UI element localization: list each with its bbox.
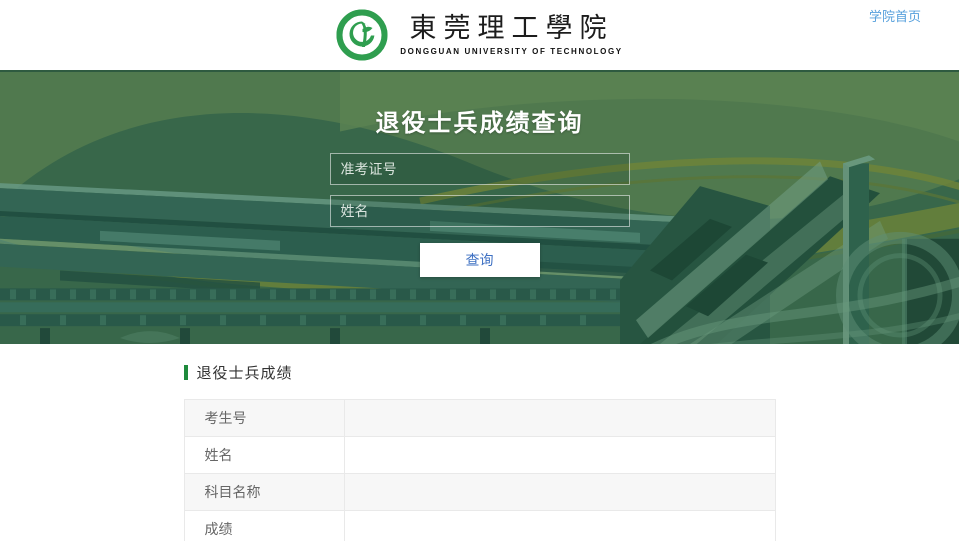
query-banner: 退役士兵成绩查询 查询 bbox=[0, 70, 959, 344]
row-value-subject bbox=[343, 473, 776, 511]
table-row: 成绩 bbox=[183, 510, 776, 541]
table-row: 考生号 bbox=[183, 399, 776, 437]
row-label-candidate-no: 考生号 bbox=[183, 399, 345, 437]
admission-ticket-input[interactable] bbox=[329, 153, 630, 185]
results-section: 退役士兵成绩 考生号 姓名 科目名称 成绩 bbox=[183, 362, 776, 541]
query-button[interactable]: 查询 bbox=[419, 243, 540, 277]
row-value-name bbox=[343, 436, 776, 474]
college-home-link[interactable]: 学院首页 bbox=[869, 6, 921, 25]
university-seal-icon bbox=[336, 9, 388, 61]
score-table: 考生号 姓名 科目名称 成绩 bbox=[183, 399, 776, 541]
query-form: 退役士兵成绩查询 查询 bbox=[329, 72, 630, 277]
row-value-candidate-no bbox=[343, 399, 776, 437]
page-title: 退役士兵成绩查询 bbox=[375, 110, 584, 137]
green-bar-icon bbox=[183, 365, 188, 380]
table-row: 姓名 bbox=[183, 436, 776, 474]
page-header: 東莞理工學院 DONGGUAN UNIVERSITY OF TECHNOLOGY… bbox=[0, 0, 959, 70]
results-section-title: 退役士兵成绩 bbox=[196, 365, 293, 382]
row-value-score bbox=[343, 510, 776, 541]
table-row: 科目名称 bbox=[183, 473, 776, 511]
university-logo: 東莞理工學院 DONGGUAN UNIVERSITY OF TECHNOLOGY bbox=[0, 0, 959, 61]
row-label-score: 成绩 bbox=[183, 510, 345, 541]
logo-text: 東莞理工學院 DONGGUAN UNIVERSITY OF TECHNOLOGY bbox=[400, 13, 623, 57]
row-label-name: 姓名 bbox=[183, 436, 345, 474]
university-name-zh: 東莞理工學院 bbox=[409, 13, 614, 44]
results-heading: 退役士兵成绩 bbox=[183, 362, 776, 383]
university-name-en: DONGGUAN UNIVERSITY OF TECHNOLOGY bbox=[400, 47, 623, 56]
name-input[interactable] bbox=[329, 195, 630, 227]
row-label-subject: 科目名称 bbox=[183, 473, 345, 511]
